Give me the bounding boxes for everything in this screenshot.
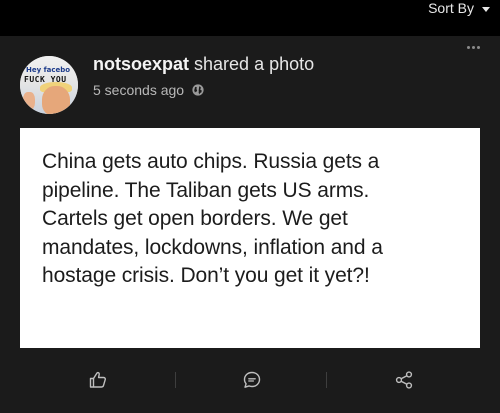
avatar-text-line1: Hey facebo: [26, 66, 71, 74]
photo-text-line: mandates, lockdowns, inflation and a: [42, 235, 383, 259]
action-divider: [326, 372, 327, 388]
post-header: notsoexpat shared a photo: [93, 54, 314, 75]
shared-photo[interactable]: China gets auto chips. Russia gets a pip…: [20, 128, 480, 348]
thumbs-up-icon[interactable]: [88, 370, 108, 390]
photo-text: China gets auto chips. Russia gets a pip…: [42, 148, 472, 291]
photo-text-line: China gets auto chips. Russia gets a: [42, 150, 380, 173]
action-divider: [175, 372, 176, 388]
post-action-text: shared a photo: [194, 54, 315, 74]
more-options-icon[interactable]: [467, 46, 480, 49]
share-icon[interactable]: [394, 370, 414, 390]
author-name[interactable]: notsoexpat: [93, 54, 189, 74]
post-meta: 5 seconds ago: [93, 82, 204, 98]
photo-text-line: Cartels get open borders. We get: [42, 207, 348, 230]
photo-text-line: hostage crisis. Don’t you get it yet?!: [42, 264, 370, 287]
top-bar: Sort By: [0, 0, 500, 28]
hand-graphic: [23, 92, 35, 110]
post-timestamp[interactable]: 5 seconds ago: [93, 82, 184, 98]
caret-down-icon: [482, 6, 490, 12]
post-card: Hey facebo FUCK YOU notsoexpat shared a …: [0, 36, 500, 413]
sort-by-dropdown[interactable]: Sort By: [428, 0, 490, 16]
globe-icon: [192, 84, 204, 96]
avatar[interactable]: Hey facebo FUCK YOU: [20, 56, 78, 114]
avatar-text-line2: FUCK YOU: [24, 75, 67, 84]
face-graphic: [42, 86, 70, 114]
post-actions: [0, 360, 500, 400]
sort-by-label: Sort By: [428, 0, 474, 16]
page: Sort By Hey facebo FUCK YOU notsoexpat s…: [0, 0, 500, 413]
comment-icon[interactable]: [242, 370, 262, 390]
photo-text-line: pipeline. The Taliban gets US arms.: [42, 178, 370, 202]
